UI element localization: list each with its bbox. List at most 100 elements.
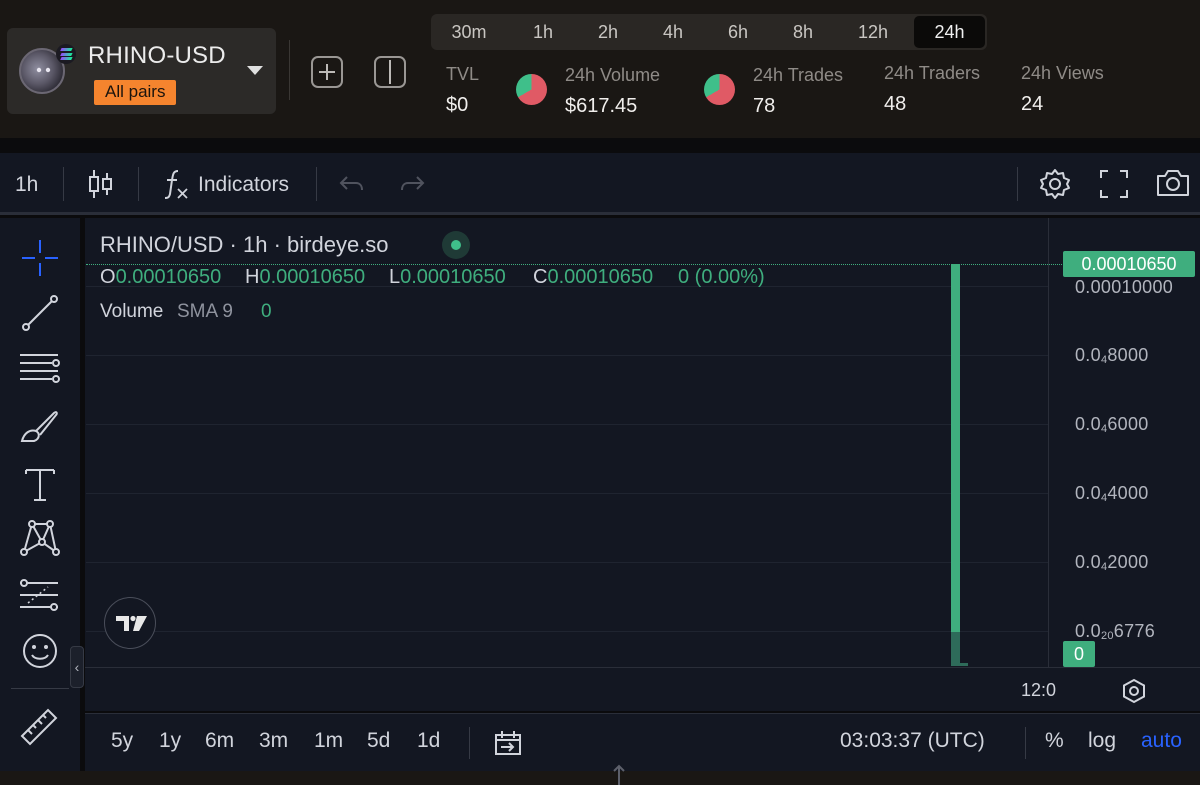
market-status-icon[interactable] (442, 231, 470, 259)
range-1m[interactable]: 1m (314, 729, 343, 753)
log-scale-toggle[interactable]: log (1088, 729, 1116, 753)
volume-value: 0 (261, 301, 272, 322)
pair-header: RHINO-USD All pairs 30m 1h 2h 4h 6h 8h 1… (0, 0, 1200, 138)
current-price-badge: 0.00010650 (1063, 251, 1195, 277)
crosshair-icon[interactable] (18, 236, 62, 280)
ohlc-open: O0.00010650 (100, 266, 222, 288)
brush-icon[interactable] (18, 405, 62, 449)
tab-8h[interactable]: 8h (770, 16, 836, 48)
indicators-button[interactable]: Indicators (198, 173, 289, 197)
tab-4h[interactable]: 4h (640, 16, 706, 48)
divider (1017, 167, 1018, 201)
utc-clock[interactable]: 03:03:37 (UTC) (840, 729, 985, 753)
tab-2h[interactable]: 2h (575, 16, 641, 48)
divider (63, 167, 64, 201)
ohlc-change: 0 (0.00%) (678, 266, 765, 288)
chart-legend-title[interactable]: RHINO/USD · 1h · birdeye.so (100, 232, 389, 258)
price-tick: 0.044000 (1075, 483, 1149, 504)
add-chart-button[interactable] (311, 56, 343, 88)
gridline (86, 424, 1048, 425)
price-tick: 0.0206776 (1075, 621, 1156, 642)
volume-value: $617.45 (565, 95, 638, 117)
percent-scale-toggle[interactable]: % (1045, 729, 1064, 753)
views-label: 24h Views (1021, 63, 1104, 83)
ohlc-close: C0.00010650 (533, 266, 654, 288)
volume-badge: 0 (1063, 641, 1095, 667)
divider (138, 167, 139, 201)
divider (1025, 727, 1026, 759)
volume-legend-label[interactable]: Volume (100, 301, 163, 323)
tab-6h[interactable]: 6h (705, 16, 771, 48)
bottom-bar (85, 713, 1200, 771)
volume-bar (951, 632, 960, 666)
gridline (86, 355, 1048, 356)
ohlc-low: L0.00010650 (389, 266, 506, 288)
solana-icon (56, 44, 76, 64)
tradingview-logo-icon[interactable] (104, 597, 156, 649)
fx-icon[interactable] (162, 167, 190, 201)
axis-settings-icon[interactable] (1121, 678, 1147, 704)
redo-icon[interactable] (398, 171, 426, 197)
tvl-label: TVL (446, 64, 480, 84)
undo-icon[interactable] (338, 171, 366, 197)
trades-pie-icon (704, 74, 735, 105)
tvl-value: $0 (446, 94, 469, 116)
ohlc-high: H0.00010650 (245, 266, 366, 288)
fullscreen-icon[interactable] (1099, 169, 1129, 199)
pair-selector[interactable]: RHINO-USD All pairs (7, 28, 276, 114)
pattern-icon[interactable] (18, 516, 62, 560)
traders-label: 24h Traders (884, 63, 981, 83)
auto-scale-toggle[interactable]: auto (1141, 729, 1182, 753)
traders-value: 48 (884, 93, 907, 115)
arrow-up-icon[interactable] (611, 763, 627, 785)
chart-canvas[interactable] (85, 218, 1200, 711)
text-icon[interactable] (18, 462, 62, 506)
camera-icon[interactable] (1155, 168, 1191, 198)
pair-name: RHINO-USD (88, 42, 226, 69)
trades-label: 24h Trades (753, 65, 844, 85)
range-5d[interactable]: 5d (367, 729, 390, 753)
split-view-button[interactable] (374, 56, 406, 88)
emoji-icon[interactable] (18, 629, 62, 673)
range-5y[interactable]: 5y (111, 729, 133, 753)
range-1y[interactable]: 1y (159, 729, 181, 753)
gridline (86, 562, 1048, 563)
current-price-line (86, 264, 1062, 265)
trades-value: 78 (753, 95, 776, 117)
goto-date-icon[interactable] (493, 729, 523, 757)
chart-toolbar: 1h Indicators (0, 153, 1200, 215)
price-tick: 0.042000 (1075, 552, 1149, 573)
tab-1h[interactable]: 1h (510, 16, 576, 48)
all-pairs-tag[interactable]: All pairs (94, 80, 177, 105)
chevron-down-icon[interactable] (247, 66, 263, 75)
settings-icon[interactable] (1038, 167, 1072, 201)
price-candle (951, 264, 960, 666)
tab-12h[interactable]: 12h (839, 16, 907, 48)
divider (11, 688, 69, 689)
collapse-toolbar-button[interactable]: ‹ (70, 646, 84, 688)
volume-sma-label: SMA 9 (177, 301, 233, 322)
views-value: 24 (1021, 93, 1044, 115)
fib-lines-icon[interactable] (18, 347, 62, 391)
drawing-toolbar (0, 218, 80, 785)
volume-label: 24h Volume (565, 65, 661, 85)
range-6m[interactable]: 6m (205, 729, 234, 753)
forecast-icon[interactable] (18, 573, 62, 617)
divider (316, 167, 317, 201)
interval-button[interactable]: 1h (15, 173, 38, 197)
range-1d[interactable]: 1d (417, 729, 440, 753)
tab-30m[interactable]: 30m (435, 16, 503, 48)
gridline (86, 493, 1048, 494)
divider (289, 40, 290, 100)
tab-24h[interactable]: 24h (914, 16, 985, 48)
trend-line-icon[interactable] (18, 291, 62, 335)
volume-bar (960, 663, 968, 666)
candles-icon[interactable] (86, 167, 114, 201)
price-tick: 0.046000 (1075, 414, 1149, 435)
volume-pie-icon (516, 74, 547, 105)
time-tick: 12:0 (1021, 680, 1057, 700)
ruler-icon[interactable] (18, 704, 62, 748)
range-3m[interactable]: 3m (259, 729, 288, 753)
divider (469, 727, 470, 759)
price-tick: 0.048000 (1075, 345, 1149, 366)
